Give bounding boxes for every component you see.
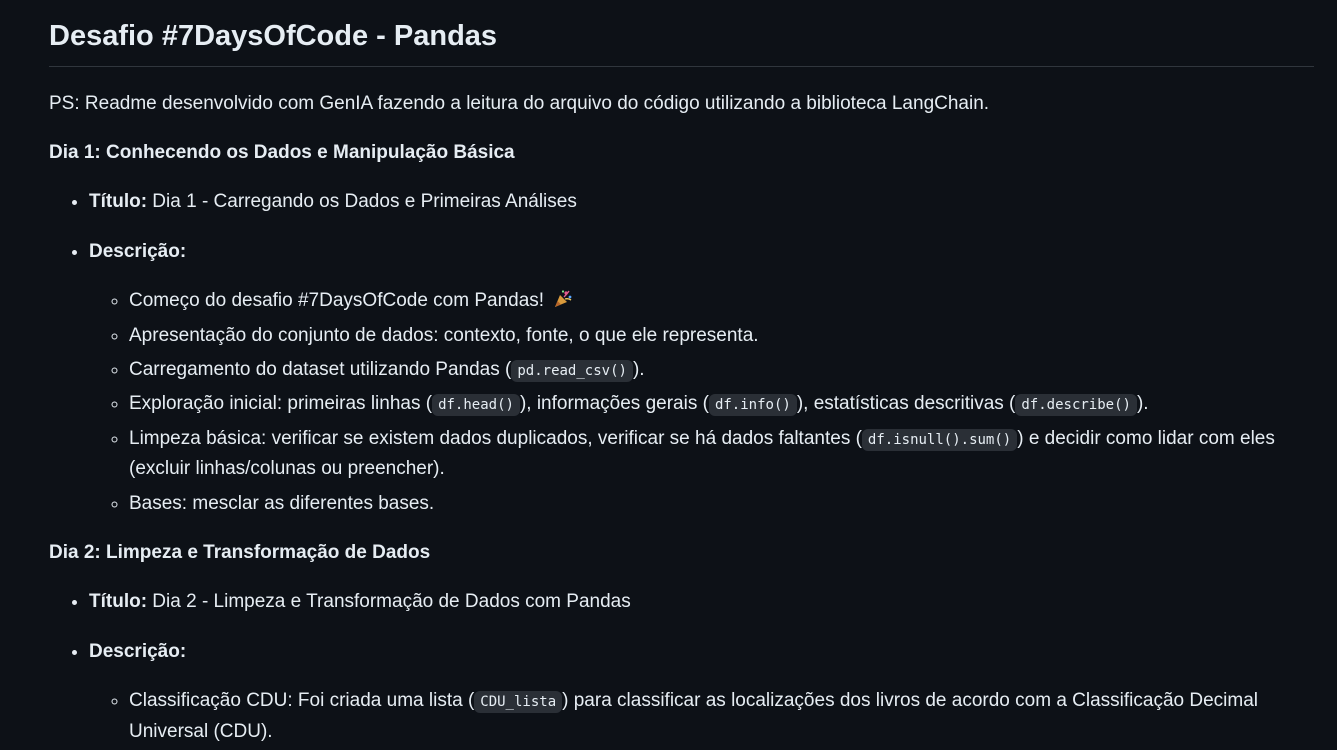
list-item: Carregamento do dataset utilizando Panda… xyxy=(129,355,1314,385)
inline-code: df.describe() xyxy=(1015,394,1137,417)
day1-heading: Dia 1: Conhecendo os Dados e Manipulação… xyxy=(49,142,515,164)
day2-title-item: Título: Dia 2 - Limpeza e Transformação … xyxy=(89,587,1314,617)
day1-description-list: Começo do desafio #7DaysOfCode com Panda… xyxy=(89,286,1314,519)
day2-title-value: Dia 2 - Limpeza e Transformação de Dados… xyxy=(147,591,631,613)
descricao-label: Descrição: xyxy=(89,240,187,262)
inline-code: df.isnull().sum() xyxy=(861,428,1018,451)
day2-list: Título: Dia 2 - Limpeza e Transformação … xyxy=(49,587,1314,747)
inline-code: df.info() xyxy=(708,394,797,417)
day1-list: Título: Dia 1 - Carregando os Dados e Pr… xyxy=(49,187,1314,519)
list-item: Limpeza básica: verificar se existem dad… xyxy=(129,424,1314,485)
inline-code: CDU_lista xyxy=(474,691,563,714)
list-item: Exploração inicial: primeiras linhas (df… xyxy=(129,389,1314,419)
list-item: Bases: mesclar as diferentes bases. xyxy=(129,489,1314,519)
titulo-label: Título: xyxy=(89,591,148,613)
list-item: Classificação CDU: Foi criada uma lista … xyxy=(129,686,1314,747)
readme-content: Desafio #7DaysOfCode - Pandas PS: Readme… xyxy=(49,18,1314,747)
descricao-label: Descrição: xyxy=(89,640,187,662)
list-item: Apresentação do conjunto de dados: conte… xyxy=(129,321,1314,351)
page-title: Desafio #7DaysOfCode - Pandas xyxy=(49,18,1314,67)
day2-heading: Dia 2: Limpeza e Transformação de Dados xyxy=(49,541,431,563)
list-item: Começo do desafio #7DaysOfCode com Panda… xyxy=(129,286,1314,316)
day1-description-item: Descrição: Começo do desafio #7DaysOfCod… xyxy=(89,237,1314,519)
day1-title-value: Dia 1 - Carregando os Dados e Primeiras … xyxy=(147,191,577,213)
ps-note: PS: Readme desenvolvido com GenIA fazend… xyxy=(49,92,990,114)
party-popper-icon xyxy=(553,289,573,309)
day2-description-list: Classificação CDU: Foi criada uma lista … xyxy=(89,686,1314,747)
inline-code: df.head() xyxy=(432,394,520,417)
day1-title-item: Título: Dia 1 - Carregando os Dados e Pr… xyxy=(89,187,1314,217)
inline-code: pd.read_csv() xyxy=(511,360,633,383)
day2-description-item: Descrição: Classificação CDU: Foi criada… xyxy=(89,637,1314,747)
titulo-label: Título: xyxy=(89,191,148,213)
